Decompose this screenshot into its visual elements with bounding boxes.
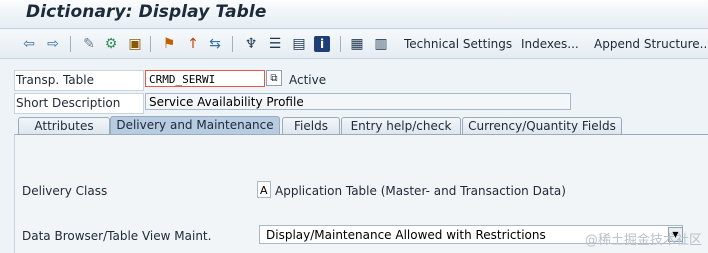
tab-attributes[interactable]: Attributes [18,117,110,134]
tab-fields[interactable]: Fields [282,117,340,134]
where-used-icon[interactable]: ⚑ [160,35,178,53]
short-description-field[interactable]: Service Availability Profile [145,93,571,110]
transp-table-label: Transp. Table [16,73,94,87]
transp-table-field[interactable]: CRMD_SERWI [145,70,265,87]
application-toolbar: ⇦ ⇨ ✎ ⚙ ▣ ⚑ ↑ ⇆ ♆ ☰ ▤ i ▦ ▥ Technical Se… [0,30,708,59]
tab-label: Attributes [34,119,94,133]
layout-icon[interactable]: ▤ [290,35,308,53]
other-object-icon[interactable]: ⚙ [102,35,120,53]
watermark: @稀土掘金技术社区 [584,233,702,248]
delivery-class-text: Application Table (Master- and Transacti… [275,184,566,198]
navigation-icon[interactable]: ⇆ [206,35,224,53]
technical-settings-button[interactable]: Technical Settings [404,37,512,51]
toolbar-separator [150,36,151,52]
copy-icon[interactable]: ⧉ [266,70,282,86]
tab-label: Fields [294,119,328,133]
indexes-button[interactable]: Indexes... [521,37,579,51]
table-fields-icon[interactable]: ▥ [372,35,390,53]
delivery-class-field[interactable]: A [257,181,271,198]
tab-delivery-and-maintenance[interactable]: Delivery and Maintenance [110,116,280,135]
toolbar-separator [340,36,341,52]
tab-strip: Attributes Delivery and Maintenance Fiel… [0,116,708,135]
tab-label: Currency/Quantity Fields [468,119,616,133]
data-browser-label: Data Browser/Table View Maint. [22,229,212,243]
toolbar-separator [70,36,71,52]
window-title: Dictionary: Display Table [26,2,267,22]
tab-entry-help-check[interactable]: Entry help/check [341,117,461,134]
short-description-label: Short Description [16,96,121,110]
display-change-icon[interactable]: ✎ [80,35,98,53]
append-structure-button[interactable]: Append Structure... [594,37,708,51]
forward-arrow-icon[interactable]: ⇨ [44,35,62,53]
delivery-class-label: Delivery Class [22,184,108,198]
status-text: Active [289,73,327,87]
list-icon[interactable]: ☰ [266,35,284,53]
tab-currency-quantity-fields[interactable]: Currency/Quantity Fields [462,117,622,134]
title-bar: Dictionary: Display Table [0,0,708,29]
toolbar-separator [232,36,233,52]
info-icon[interactable]: i [314,36,330,52]
back-arrow-icon[interactable]: ⇦ [20,35,38,53]
activate-icon[interactable]: ▣ [126,35,144,53]
tab-label: Entry help/check [350,119,452,133]
hierarchy-icon[interactable]: ♆ [242,35,260,53]
object-list-icon[interactable]: ↑ [184,35,202,53]
tab-label: Delivery and Maintenance [116,118,274,132]
grid-icon[interactable]: ▦ [348,35,366,53]
